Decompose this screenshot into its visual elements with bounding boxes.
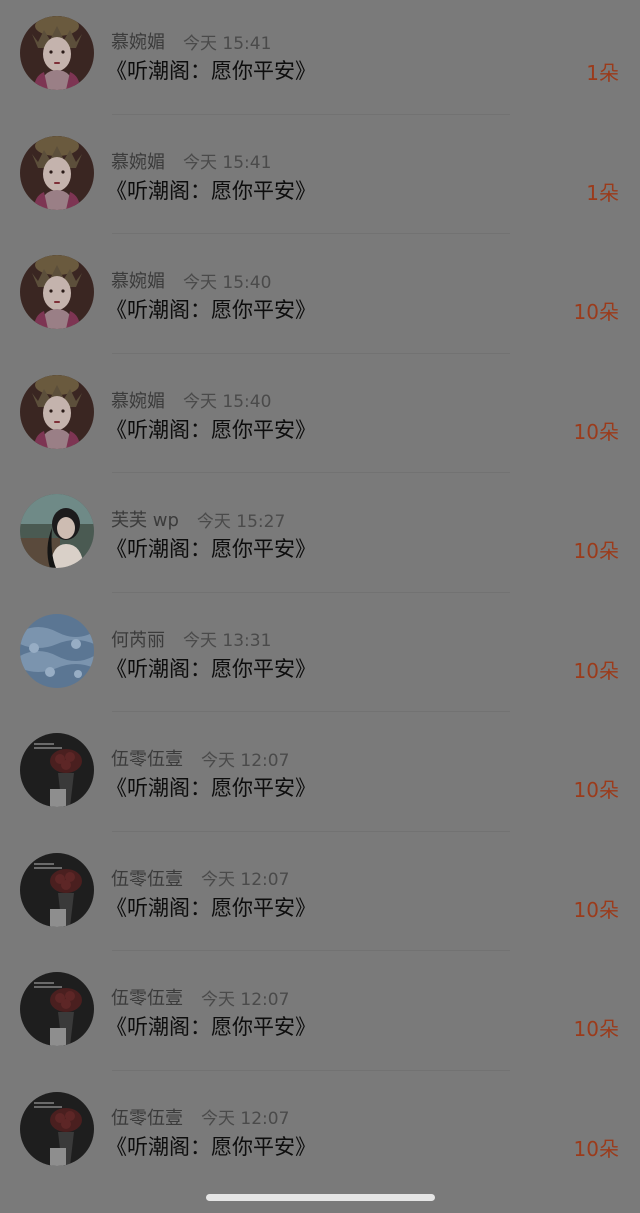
- row-divider: [112, 1069, 510, 1071]
- avatar-ancient-costume[interactable]: [20, 255, 94, 329]
- flower-count: 1朵: [586, 61, 619, 85]
- gift-title: 《听潮阁：愿你平安》: [106, 776, 316, 800]
- gift-title: 《听潮阁：愿你平安》: [106, 298, 316, 322]
- flower-count: 10朵: [573, 1136, 619, 1161]
- sender-name[interactable]: 何芮丽: [111, 626, 165, 652]
- flower-count: 10朵: [573, 897, 619, 922]
- row-divider: [112, 472, 510, 473]
- gift-title: 《听潮阁：愿你平安》: [106, 178, 316, 203]
- gift-title: 《听潮阁：愿你平安》: [106, 537, 316, 561]
- list-item[interactable]: 何芮丽 今天 13:31 《听潮阁：愿你平安》 10朵: [0, 598, 640, 718]
- row-divider: [112, 950, 510, 951]
- sent-time: 今天 12:07: [201, 1109, 290, 1129]
- sent-time: 今天 15:41: [183, 33, 272, 54]
- row-divider: [112, 711, 510, 712]
- row-divider: [112, 830, 510, 832]
- list-item[interactable]: 伍零伍壹 今天 12:07 《听潮阁：愿你平安》 10朵: [0, 717, 640, 837]
- gift-title: 《听潮阁：愿你平安》: [106, 59, 316, 83]
- avatar-rose-bouquet[interactable]: [20, 733, 94, 807]
- avatar-portrait[interactable]: [20, 494, 94, 568]
- flower-count: 10朵: [573, 1017, 619, 1041]
- sent-time: 今天 15:41: [183, 153, 272, 173]
- gift-title: 《听潮阁：愿你平安》: [106, 1015, 316, 1039]
- avatar-ancient-costume[interactable]: [20, 374, 94, 449]
- flower-count: 10朵: [573, 300, 619, 324]
- avatar-wave-pattern[interactable]: [20, 613, 94, 688]
- sent-time: 今天 12:07: [201, 870, 290, 890]
- sent-time: 今天 15:27: [196, 511, 286, 532]
- flower-count: 1朵: [586, 180, 619, 205]
- list-item[interactable]: 伍零伍壹 今天 12:07 《听潮阁：愿你平安》 10朵: [0, 1076, 640, 1196]
- avatar-ancient-costume[interactable]: [20, 16, 94, 90]
- row-divider: [112, 113, 510, 115]
- row-divider: [112, 591, 510, 593]
- flower-count: 10朵: [573, 778, 619, 802]
- sender-name[interactable]: 芙芙 wp: [111, 506, 179, 532]
- flower-count: 10朵: [573, 419, 619, 444]
- sender-name[interactable]: 伍零伍壹: [111, 984, 183, 1010]
- sender-name[interactable]: 伍零伍壹: [111, 745, 183, 771]
- home-indicator[interactable]: [206, 1194, 435, 1201]
- sent-time: 今天 12:07: [201, 989, 290, 1010]
- avatar-rose-bouquet[interactable]: [20, 852, 94, 927]
- sent-time: 今天 13:31: [183, 631, 272, 651]
- avatar-rose-bouquet[interactable]: [20, 1091, 94, 1166]
- gift-title: 《听潮阁：愿你平安》: [106, 895, 316, 920]
- sender-name[interactable]: 伍零伍壹: [111, 1104, 183, 1130]
- list-item[interactable]: 伍零伍壹 今天 12:07 《听潮阁：愿你平安》 10朵: [0, 956, 640, 1076]
- gift-title: 《听潮阁：愿你平安》: [106, 1134, 316, 1159]
- sender-name[interactable]: 慕婉媚: [111, 267, 165, 293]
- list-item[interactable]: 慕婉媚 今天 15:41 《听潮阁：愿你平安》 1朵: [0, 0, 640, 120]
- list-item[interactable]: 慕婉媚 今天 15:40 《听潮阁：愿你平安》 10朵: [0, 359, 640, 479]
- list-item[interactable]: 慕婉媚 今天 15:40 《听潮阁：愿你平安》 10朵: [0, 239, 640, 359]
- row-divider: [112, 233, 510, 234]
- flower-count: 10朵: [573, 658, 619, 683]
- sent-time: 今天 12:07: [201, 750, 290, 771]
- list-item[interactable]: 慕婉媚 今天 15:41 《听潮阁：愿你平安》 1朵: [0, 120, 640, 240]
- row-divider: [112, 352, 510, 354]
- sent-time: 今天 15:40: [183, 272, 272, 293]
- sender-name[interactable]: 伍零伍壹: [111, 865, 183, 891]
- sent-time: 今天 15:40: [183, 392, 272, 412]
- list-item[interactable]: 伍零伍壹 今天 12:07 《听潮阁：愿你平安》 10朵: [0, 837, 640, 957]
- list-item[interactable]: 芙芙 wp 今天 15:27 《听潮阁：愿你平安》 10朵: [0, 478, 640, 598]
- sender-name[interactable]: 慕婉媚: [111, 148, 165, 174]
- avatar-rose-bouquet[interactable]: [20, 972, 94, 1046]
- sender-name[interactable]: 慕婉媚: [111, 28, 165, 54]
- gift-title: 《听潮阁：愿你平安》: [106, 656, 316, 681]
- avatar-ancient-costume[interactable]: [20, 135, 94, 210]
- gift-title: 《听潮阁：愿你平安》: [106, 417, 316, 442]
- flower-count: 10朵: [573, 539, 619, 563]
- sender-name[interactable]: 慕婉媚: [111, 387, 165, 413]
